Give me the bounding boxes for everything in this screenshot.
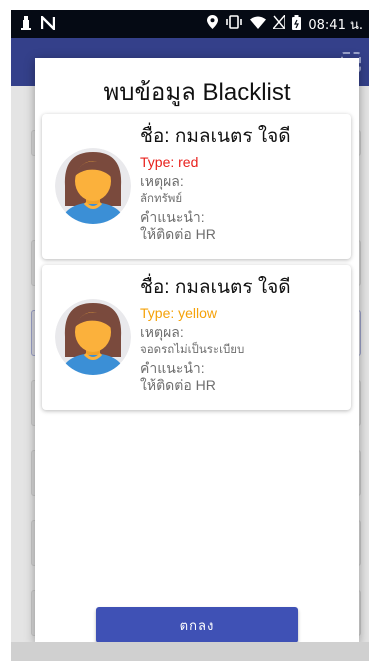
card-details: ชื่อ: กมลเนตร ใจดี Type: yellow เหตุผล: … — [140, 275, 348, 394]
advice-label: คำแนะนำ: — [140, 209, 205, 225]
wifi-icon — [250, 16, 267, 33]
advice-value: ให้ติดต่อ HR — [140, 226, 216, 242]
clock: 08:41 น. — [308, 17, 363, 33]
phone-frame: 08:41 น. พบข้อมูล Blacklist ชื่อ: กมลเนต… — [0, 0, 378, 661]
reason-label: เหตุผล: — [140, 324, 184, 340]
blacklist-card: ชื่อ: กมลเนตร ใจดี Type: yellow เหตุผล: … — [42, 265, 351, 410]
ok-button[interactable]: ตกลง — [96, 607, 298, 643]
reason-value: ลักทรัพย์ — [140, 193, 183, 205]
type-label: Type: red — [140, 154, 199, 170]
card-details: ชื่อ: กมลเนตร ใจดี Type: red เหตุผล: ลัก… — [140, 124, 348, 243]
bottom-strip — [11, 642, 369, 661]
type-label: Type: yellow — [140, 305, 218, 321]
dialog-title: พบข้อมูล Blacklist — [103, 79, 291, 106]
screen: 08:41 น. พบข้อมูล Blacklist ชื่อ: กมลเนต… — [11, 10, 369, 661]
reason-value: จอดรถไม่เป็นระเบียบ — [140, 344, 245, 356]
reason-label: เหตุผล: — [140, 173, 184, 189]
no-sim-icon — [271, 13, 287, 33]
notification-icon — [21, 15, 31, 34]
advice-value: ให้ติดต่อ HR — [140, 377, 216, 393]
advice-label: คำแนะนำ: — [140, 360, 205, 376]
avatar — [55, 148, 131, 224]
blacklist-card: ชื่อ: กมลเนตร ใจดี Type: red เหตุผล: ลัก… — [42, 114, 351, 259]
avatar — [55, 299, 131, 375]
battery-icon — [292, 14, 302, 34]
blacklist-dialog: พบข้อมูล Blacklist ชื่อ: กมลเนตร ใจดี Ty… — [35, 58, 359, 643]
vibrate-icon — [225, 15, 243, 33]
location-icon — [207, 15, 219, 33]
n-icon — [40, 13, 56, 34]
person-name: ชื่อ: กมลเนตร ใจดี — [140, 277, 291, 298]
status-bar: 08:41 น. — [11, 10, 369, 38]
person-name: ชื่อ: กมลเนตร ใจดี — [140, 126, 291, 147]
